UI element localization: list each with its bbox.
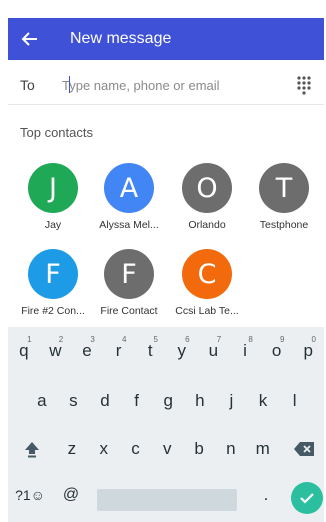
key-d[interactable]: d bbox=[89, 381, 121, 421]
page-title: New message bbox=[70, 30, 172, 47]
shift-key[interactable] bbox=[14, 429, 50, 469]
app-bar: New message bbox=[8, 18, 324, 60]
key-i[interactable]: i8 bbox=[229, 331, 261, 371]
key-e[interactable]: e3 bbox=[71, 331, 103, 371]
key-label: u bbox=[208, 341, 219, 360]
keyboard-row-1: q1w2e3r4t5y6u7i8o9p0 bbox=[8, 331, 324, 375]
contact-name: Jay bbox=[44, 219, 62, 231]
avatar: J bbox=[28, 163, 78, 213]
key-label: t bbox=[147, 341, 153, 360]
key-label: w bbox=[49, 341, 62, 360]
key-label: p bbox=[303, 341, 313, 360]
contact-name: Orlando bbox=[188, 219, 226, 231]
key-hint: 6 bbox=[185, 335, 190, 344]
contact-name: Testphone bbox=[259, 219, 309, 231]
key-hint: 3 bbox=[90, 335, 95, 344]
text-cursor bbox=[69, 76, 70, 93]
contact-item[interactable]: F Fire #2 Con... bbox=[13, 249, 93, 317]
contact-item[interactable]: T Testphone bbox=[244, 163, 324, 231]
key-w[interactable]: w2 bbox=[40, 331, 72, 371]
key-r[interactable]: r4 bbox=[103, 331, 135, 371]
key-q[interactable]: q1 bbox=[8, 331, 40, 371]
key-y[interactable]: y6 bbox=[166, 331, 198, 371]
key-hint: 4 bbox=[121, 335, 127, 344]
key-label: y bbox=[177, 341, 187, 360]
backspace-icon bbox=[294, 442, 314, 456]
key-f[interactable]: f bbox=[121, 381, 153, 421]
avatar: F bbox=[104, 249, 154, 299]
keyboard-row-2: asdfghjkl bbox=[8, 381, 324, 425]
contact-item[interactable]: O Orlando bbox=[167, 163, 247, 231]
symbols-key[interactable]: ?1☺ bbox=[10, 475, 50, 515]
avatar: A bbox=[104, 163, 154, 213]
key-m[interactable]: m bbox=[247, 429, 279, 469]
back-button[interactable] bbox=[8, 18, 52, 60]
contact-item[interactable]: A Alyssa Mel... bbox=[89, 163, 169, 231]
period-key[interactable]: . bbox=[254, 475, 278, 515]
key-g[interactable]: g bbox=[152, 381, 184, 421]
soft-keyboard: q1w2e3r4t5y6u7i8o9p0 asdfghjkl zxcvbnm ?… bbox=[8, 327, 324, 522]
key-l[interactable]: l bbox=[279, 381, 311, 421]
check-icon bbox=[300, 493, 314, 504]
recipient-input[interactable] bbox=[56, 76, 284, 94]
key-j[interactable]: j bbox=[216, 381, 248, 421]
key-label: e bbox=[82, 341, 92, 360]
key-z[interactable]: z bbox=[56, 429, 88, 469]
key-label: r bbox=[115, 341, 122, 360]
avatar: C bbox=[182, 249, 232, 299]
key-s[interactable]: s bbox=[58, 381, 90, 421]
contact-name: Fire Contact bbox=[100, 305, 158, 317]
key-x[interactable]: x bbox=[88, 429, 120, 469]
key-hint: 1 bbox=[27, 335, 32, 344]
backspace-key[interactable] bbox=[288, 429, 320, 469]
arrow-left-icon bbox=[21, 32, 37, 46]
key-hint: 2 bbox=[58, 335, 64, 344]
key-hint: 0 bbox=[311, 335, 316, 344]
key-b[interactable]: b bbox=[183, 429, 215, 469]
key-k[interactable]: k bbox=[247, 381, 279, 421]
contact-name: Ccsi Lab Te... bbox=[175, 305, 239, 317]
contact-item[interactable]: C Ccsi Lab Te... bbox=[167, 249, 247, 317]
key-label: i bbox=[243, 341, 247, 360]
key-v[interactable]: v bbox=[151, 429, 183, 469]
avatar: O bbox=[182, 163, 232, 213]
top-contacts-title: Top contacts bbox=[20, 125, 93, 140]
key-a[interactable]: a bbox=[26, 381, 58, 421]
keyboard-row-3: zxcvbnm bbox=[8, 429, 324, 473]
recipient-row: To bbox=[8, 66, 324, 105]
dialpad-button[interactable] bbox=[284, 75, 324, 95]
contact-item[interactable]: J Jay bbox=[13, 163, 93, 231]
dialpad-icon bbox=[297, 76, 311, 95]
send-button[interactable] bbox=[291, 482, 323, 514]
key-p[interactable]: p0 bbox=[292, 331, 324, 371]
key-hint: 7 bbox=[216, 335, 222, 344]
key-c[interactable]: c bbox=[120, 429, 152, 469]
at-key[interactable]: @ bbox=[56, 475, 86, 515]
key-n[interactable]: n bbox=[215, 429, 247, 469]
key-hint: 5 bbox=[153, 335, 158, 344]
avatar: T bbox=[259, 163, 309, 213]
contact-name: Alyssa Mel... bbox=[99, 219, 159, 231]
key-o[interactable]: o9 bbox=[261, 331, 293, 371]
contact-item[interactable]: F Fire Contact bbox=[89, 249, 169, 317]
key-label: o bbox=[271, 341, 282, 360]
contact-name: Fire #2 Con... bbox=[21, 305, 85, 317]
shift-icon bbox=[25, 442, 39, 458]
key-h[interactable]: h bbox=[184, 381, 216, 421]
key-hint: 8 bbox=[248, 335, 253, 344]
key-u[interactable]: u7 bbox=[198, 331, 230, 371]
key-t[interactable]: t5 bbox=[134, 331, 166, 371]
avatar: F bbox=[28, 249, 78, 299]
to-label: To bbox=[20, 77, 35, 93]
space-bar[interactable] bbox=[97, 489, 237, 511]
key-hint: 9 bbox=[279, 335, 285, 344]
key-label: q bbox=[19, 341, 29, 360]
